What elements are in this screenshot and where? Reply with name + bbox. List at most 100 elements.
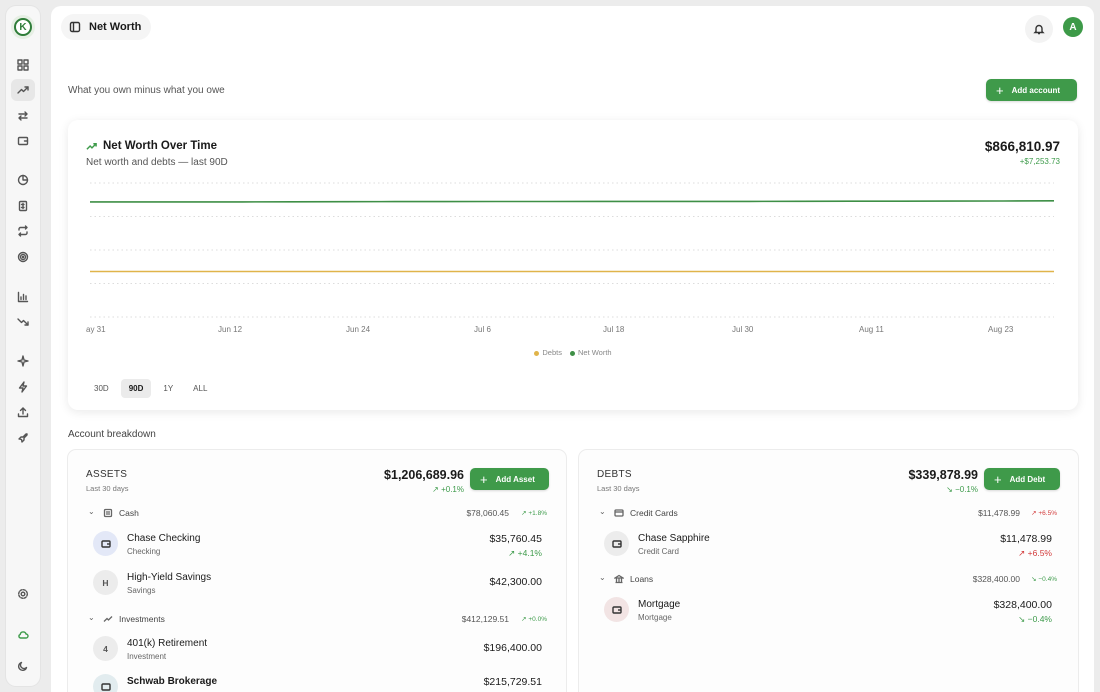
- assets-total: $1,206,689.96: [384, 468, 464, 482]
- chevron-down-icon[interactable]: ⌄: [88, 507, 95, 516]
- x-tick-label: ay 31: [86, 325, 106, 334]
- account-amount: $42,300.00: [489, 576, 542, 588]
- group-name: Credit Cards: [630, 508, 678, 518]
- chevron-down-icon[interactable]: ⌄: [599, 507, 606, 516]
- plus-icon: +: [996, 82, 1004, 98]
- net-worth-delta: +$7,253.73: [1019, 157, 1060, 166]
- credit-card-icon: [614, 508, 624, 520]
- x-tick-label: Jul 30: [732, 325, 754, 334]
- bell-icon: [1033, 24, 1045, 35]
- account-initial-badge: 4: [93, 636, 118, 661]
- range-90d[interactable]: 90D: [120, 379, 152, 398]
- add-asset-button[interactable]: + Add Asset: [470, 468, 549, 490]
- lightning-icon[interactable]: [11, 376, 35, 398]
- plus-icon: +: [480, 471, 488, 487]
- group-credit-cards[interactable]: ⌄ Credit Cards $11,478.99 ↗ +6.5%: [579, 507, 1078, 521]
- account-amount: $11,478.99: [1000, 533, 1052, 545]
- trending-up-icon: [103, 614, 113, 626]
- chevron-down-icon[interactable]: ⌄: [88, 613, 95, 622]
- wallet-icon[interactable]: [11, 130, 35, 152]
- legend-debts[interactable]: Debts: [534, 348, 562, 357]
- account-row-chase-checking[interactable]: Chase Checking Checking $35,760.45 ↗ +4.…: [68, 531, 566, 565]
- group-investments[interactable]: ⌄ Investments $412,129.51 ↗ +0.0%: [68, 613, 566, 627]
- account-row-401k[interactable]: 4 401(k) Retirement Investment $196,400.…: [68, 636, 566, 670]
- x-tick-label: Jul 6: [474, 325, 491, 334]
- group-loans[interactable]: ⌄ Loans $328,400.00 ↘ −0.4%: [579, 573, 1078, 587]
- debts-card: DEBTS Last 30 days $339,878.99 ↘ −0.1% +…: [579, 450, 1078, 692]
- account-type: Mortgage: [638, 613, 672, 622]
- user-avatar[interactable]: A: [1063, 17, 1083, 37]
- page-title-pill[interactable]: Net Worth: [61, 14, 152, 40]
- group-delta: ↗ +1.8%: [521, 510, 547, 517]
- sidebar-toggle-icon[interactable]: [69, 21, 81, 33]
- account-name: Schwab Brokerage: [127, 676, 218, 687]
- account-row-mortgage[interactable]: Mortgage Mortgage $328,400.00 ↘ −0.4%: [579, 597, 1078, 631]
- bank-building-icon: [612, 574, 626, 586]
- group-amount: $328,400.00: [972, 574, 1020, 584]
- group-delta: ↗ +0.0%: [521, 616, 547, 623]
- chart-title: Net Worth Over Time: [86, 140, 217, 152]
- account-initial-badge: H: [93, 570, 118, 595]
- rocket-icon[interactable]: [11, 427, 35, 449]
- group-cash[interactable]: ⌄ Cash $78,060.45 ↗ +1.8%: [68, 507, 566, 521]
- range-all[interactable]: ALL: [185, 379, 215, 398]
- upload-icon[interactable]: [11, 401, 35, 423]
- notifications-button[interactable]: [1025, 15, 1053, 43]
- settings-icon[interactable]: [11, 583, 35, 605]
- cloud-sync-icon[interactable]: [11, 624, 35, 646]
- x-tick-label: Jun 24: [346, 325, 371, 334]
- assets-period: Last 30 days: [86, 484, 129, 493]
- x-tick-label: Aug 23: [988, 325, 1014, 334]
- group-amount: $78,060.45: [466, 508, 509, 518]
- account-name: High-Yield Savings: [127, 572, 212, 583]
- range-30d[interactable]: 30D: [86, 379, 117, 398]
- logo-mark: K: [14, 18, 32, 36]
- wallet-icon: [93, 531, 118, 556]
- debts-total: $339,878.99: [908, 468, 978, 482]
- receipt-icon[interactable]: [11, 195, 35, 217]
- account-row-high-yield-savings[interactable]: H High-Yield Savings Savings $42,300.00: [68, 570, 566, 604]
- chart-subtitle: Net worth and debts — last 90D: [86, 157, 228, 168]
- add-debt-label: Add Debt: [1009, 474, 1046, 484]
- legend-net-worth[interactable]: Net Worth: [569, 348, 612, 357]
- app-logo[interactable]: K: [11, 15, 35, 39]
- account-row-chase-sapphire[interactable]: Chase Sapphire Credit Card $11,478.99 ↗ …: [579, 531, 1078, 565]
- sparkles-icon[interactable]: [11, 350, 35, 372]
- add-debt-button[interactable]: + Add Debt: [984, 468, 1060, 490]
- account-amount: $328,400.00: [993, 599, 1052, 611]
- net-worth-chart-card: Net Worth Over Time Net worth and debts …: [68, 120, 1078, 410]
- account-delta: ↗ +4.1%: [508, 548, 542, 558]
- account-breakdown-label: Account breakdown: [68, 429, 156, 440]
- debts-delta: ↘ −0.1%: [946, 485, 978, 494]
- bar-chart-icon[interactable]: [11, 286, 35, 308]
- account-name: Chase Sapphire: [638, 533, 710, 544]
- chevron-down-icon[interactable]: ⌄: [599, 573, 606, 582]
- group-delta: ↘ −0.4%: [1031, 576, 1057, 583]
- range-selector: 30D 90D 1Y ALL: [86, 379, 215, 398]
- series-line-net-worth[interactable]: [90, 200, 1055, 203]
- page-subtitle: What you own minus what you owe: [68, 85, 225, 96]
- assets-heading: ASSETS: [86, 469, 128, 480]
- chart-legend: Debts Net Worth: [68, 348, 1078, 357]
- net-worth-line-chart[interactable]: ay 31 Jun 12 Jun 24 Jul 6 Jul 18 Jul 30 Aug 11…: [68, 175, 1078, 340]
- debts-period: Last 30 days: [597, 484, 640, 493]
- assets-delta: ↗ +0.1%: [432, 485, 464, 494]
- assets-card: ASSETS Last 30 days $1,206,689.96 ↗ +0.1…: [68, 450, 566, 692]
- add-account-button[interactable]: + Add account: [986, 79, 1077, 101]
- moon-icon[interactable]: [11, 655, 35, 677]
- target-icon[interactable]: [11, 246, 35, 268]
- trending-up-icon[interactable]: [11, 79, 35, 101]
- dashboard-icon[interactable]: [11, 54, 35, 76]
- account-type: Investment: [127, 652, 167, 661]
- group-delta: ↗ +6.5%: [1031, 510, 1057, 517]
- repeat-icon[interactable]: [11, 220, 35, 242]
- x-tick-label: Jul 18: [603, 325, 625, 334]
- plus-icon: +: [994, 471, 1002, 487]
- account-row-schwab-brokerage[interactable]: Schwab Brokerage $215,729.51: [68, 674, 566, 692]
- chart-title-text: Net Worth Over Time: [103, 140, 217, 152]
- pie-chart-icon[interactable]: [11, 169, 35, 191]
- trending-down-icon[interactable]: [11, 311, 35, 333]
- add-account-label: Add account: [1011, 85, 1061, 95]
- transfer-icon[interactable]: [11, 105, 35, 127]
- range-1y[interactable]: 1Y: [155, 379, 181, 398]
